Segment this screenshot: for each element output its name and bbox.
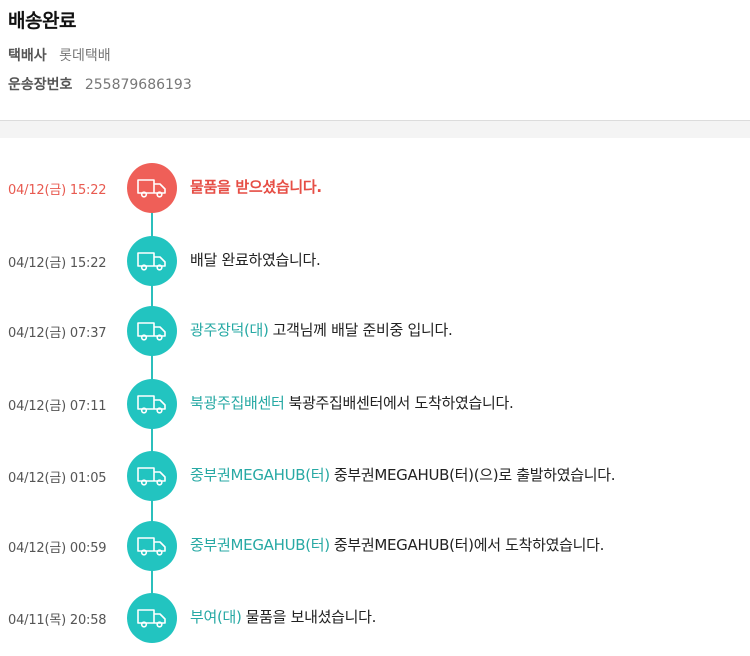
- delivery-status-title: 배송완료: [8, 10, 76, 32]
- timeline-event-departed-hub: 04/12(금) 01:05 중부권MEGAHUB(터) 중부권MEGAHUB(터…: [0, 450, 750, 502]
- delivery-truck-icon: [127, 521, 177, 571]
- truck-glyph: [137, 467, 166, 486]
- truck-glyph: [137, 179, 166, 198]
- delivery-truck-icon: [127, 236, 177, 286]
- delivery-truck-icon: [127, 306, 177, 356]
- event-text: 부여(대) 물품을 보내셨습니다.: [190, 606, 376, 627]
- tracking-number-label: 운송장번호: [8, 77, 73, 93]
- event-time: 04/12(금) 15:22: [8, 256, 107, 271]
- event-text: 중부권MEGAHUB(터) 중부권MEGAHUB(터)(으)로 출발하였습니다.: [190, 464, 616, 485]
- event-time: 04/11(목) 20:58: [8, 613, 107, 628]
- carrier-label: 택배사: [8, 48, 47, 64]
- event-location: 중부권MEGAHUB(터): [190, 536, 330, 554]
- truck-glyph: [137, 609, 166, 628]
- event-description: 북광주집배센터에서 도착하였습니다.: [288, 394, 514, 412]
- truck-glyph: [137, 252, 166, 271]
- event-time: 04/12(금) 07:11: [8, 399, 107, 414]
- tracking-number-row: 운송장번호 255879686193: [8, 74, 192, 94]
- timeline-event-out-for-delivery: 04/12(금) 07:37 광주장덕(대) 고객님께 배달 준비중 입니다.: [0, 305, 750, 357]
- event-time: 04/12(금) 00:59: [8, 541, 107, 556]
- event-time: 04/12(금) 07:37: [8, 326, 107, 341]
- event-description: 고객님께 배달 준비중 입니다.: [272, 321, 453, 339]
- truck-glyph: [137, 322, 166, 341]
- delivery-summary: 배송완료 택배사 롯데택배 운송장번호 255879686193: [0, 0, 750, 120]
- event-description: 중부권MEGAHUB(터)에서 도착하였습니다.: [333, 536, 605, 554]
- event-text: 광주장덕(대) 고객님께 배달 준비중 입니다.: [190, 319, 453, 340]
- event-description: 중부권MEGAHUB(터)(으)로 출발하였습니다.: [333, 466, 616, 484]
- event-text: 북광주집배센터 북광주집배센터에서 도착하였습니다.: [190, 392, 514, 413]
- event-time: 04/12(금) 01:05: [8, 471, 107, 486]
- event-location: 부여(대): [190, 608, 242, 626]
- carrier-row: 택배사 롯데택배: [8, 45, 111, 65]
- event-text: 물품을 받으셨습니다.: [190, 176, 322, 197]
- delivery-truck-icon: [127, 163, 177, 213]
- event-text: 배달 완료하였습니다.: [190, 249, 321, 270]
- event-location: 북광주집배센터: [190, 394, 285, 412]
- timeline-event-received: 04/12(금) 15:22 물품을 받으셨습니다.: [0, 162, 750, 214]
- delivery-truck-icon: [127, 593, 177, 643]
- timeline-event-shipped: 04/11(목) 20:58 부여(대) 물품을 보내셨습니다.: [0, 592, 750, 644]
- event-location: 광주장덕(대): [190, 321, 269, 339]
- timeline-event-delivered: 04/12(금) 15:22 배달 완료하였습니다.: [0, 235, 750, 287]
- event-time: 04/12(금) 15:22: [8, 183, 107, 198]
- delivery-truck-icon: [127, 451, 177, 501]
- event-description: 배달 완료하였습니다.: [190, 251, 321, 269]
- carrier-value: 롯데택배: [59, 48, 111, 64]
- event-location: 중부권MEGAHUB(터): [190, 466, 330, 484]
- event-text: 중부권MEGAHUB(터) 중부권MEGAHUB(터)에서 도착하였습니다.: [190, 534, 604, 555]
- timeline-event-arrived-branch: 04/12(금) 07:11 북광주집배센터 북광주집배센터에서 도착하였습니다.: [0, 378, 750, 430]
- truck-glyph: [137, 395, 166, 414]
- truck-glyph: [137, 537, 166, 556]
- delivery-truck-icon: [127, 379, 177, 429]
- tracking-number-value: 255879686193: [84, 77, 192, 93]
- event-description: 물품을 받으셨습니다.: [190, 178, 322, 196]
- timeline-event-arrived-hub: 04/12(금) 00:59 중부권MEGAHUB(터) 중부권MEGAHUB(터…: [0, 520, 750, 572]
- section-separator-band: [0, 121, 750, 138]
- event-description: 물품을 보내셨습니다.: [245, 608, 377, 626]
